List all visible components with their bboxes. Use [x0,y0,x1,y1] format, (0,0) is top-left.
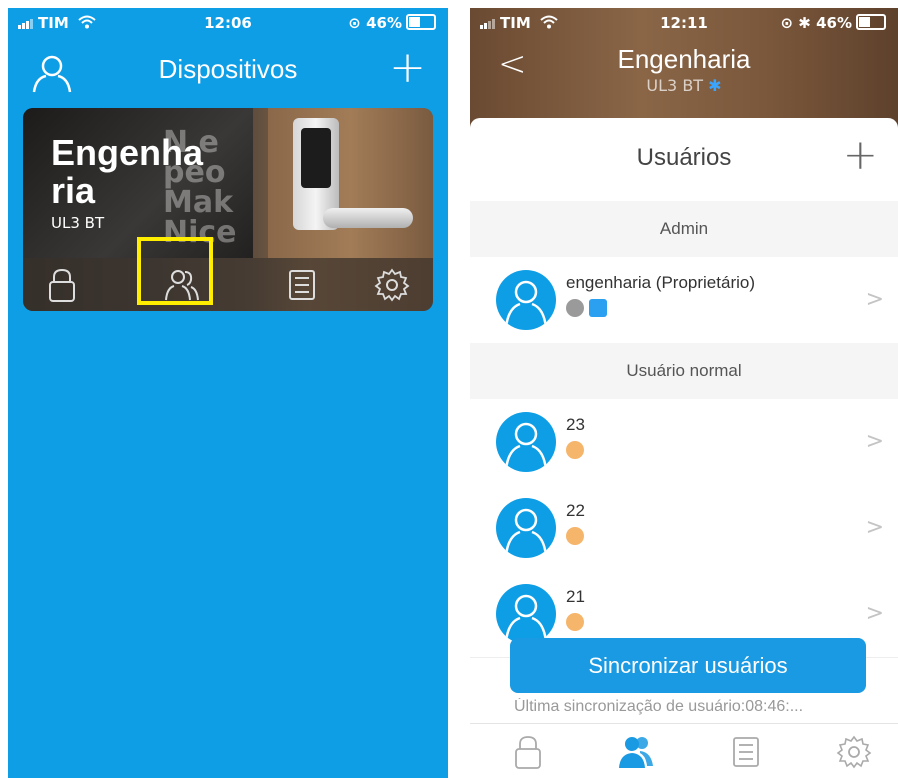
chevron-right-icon[interactable]: > [866,515,884,540]
user-name: 22 [566,501,585,520]
page-title: Dispositivos [158,54,298,84]
users-highlight-box [137,237,213,305]
fingerprint-icon [566,613,584,631]
device-model: UL3 BT [51,214,105,232]
device-subtitle: UL3 BT ✱ [646,76,722,95]
lever-image [323,208,413,228]
orientation-lock-icon: ⊙ [348,14,361,32]
sheet-title: Usuários [636,144,732,171]
right-screen: TIM 12:11 ⊙ ✱ 46% < Engenharia UL3 BT ✱ … [470,8,898,778]
navbar: Dispositivos + [8,38,448,108]
header: TIM 12:11 ⊙ ✱ 46% < Engenharia UL3 BT ✱ [470,8,898,128]
chevron-right-icon[interactable]: > [866,601,884,626]
chevron-right-icon[interactable]: > [866,429,884,454]
device-card[interactable]: N e peo Mak Nice Engenha ria UL3 BT [23,108,433,311]
battery-icon [406,14,436,30]
lock-icon[interactable] [43,266,81,304]
fingerprint-badge [566,527,584,549]
status-bar: TIM 12:06 ⊙ 46% [8,8,448,38]
fingerprint-badge [566,441,584,463]
fingerprint-badge [566,613,584,635]
user-name: engenharia (Proprietário) [566,273,755,292]
section-header-admin: Admin [470,201,898,257]
device-name: Engenha ria [51,132,204,211]
tab-bar [470,723,898,778]
bluetooth-status-icon: ✱ [798,14,811,32]
orientation-lock-icon: ⊙ [780,14,794,32]
user-name: 23 [566,415,585,434]
bluetooth-icon: ✱ [708,76,722,95]
section-header-normal: Usuário normal [470,343,898,399]
page-title: Engenharia [617,44,751,74]
tab-users-icon[interactable] [618,734,654,770]
tab-settings-icon[interactable] [836,734,872,770]
left-screen: TIM 12:06 ⊙ 46% Dispositivos + N e peo Mak… [8,8,448,778]
fingerprint-icon [566,441,584,459]
keypad-image [301,128,331,188]
add-user-button[interactable]: + [843,130,878,179]
tab-lock-icon[interactable] [510,734,546,770]
last-sync-text: Última sincronização de usuário:08:46:..… [514,698,804,715]
list-icon[interactable] [283,266,321,304]
globe-icon [566,299,584,317]
user-row-admin[interactable]: engenharia (Proprietário) > [470,257,898,344]
user-name: 21 [566,587,585,606]
status-battery: ⊙ ✱ 46% [780,14,886,32]
avatar [496,498,556,558]
access-badges [566,299,608,321]
avatar [496,412,556,472]
battery-icon [856,14,886,30]
gear-icon[interactable] [373,266,411,304]
device-toolbar [23,258,433,311]
battery: ⊙ 46% [348,14,436,32]
fingerprint-icon [566,527,584,545]
battery-percent: 46% [366,14,402,32]
tab-list-icon[interactable] [728,734,764,770]
sync-users-button[interactable]: Sincronizar usuários [510,638,866,693]
phone-icon [589,299,608,317]
add-device-button[interactable]: + [389,42,426,93]
chevron-right-icon[interactable]: > [866,287,884,312]
avatar [496,584,556,644]
avatar [496,270,556,330]
user-row[interactable]: 22 > [470,485,898,572]
user-row[interactable]: 23 > [470,399,898,486]
